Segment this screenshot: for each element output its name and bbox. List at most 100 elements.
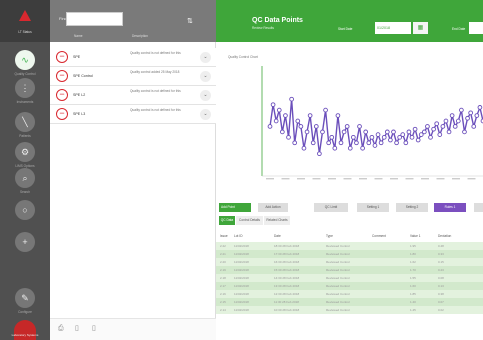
toolbar-button[interactable]: Rules 1 xyxy=(434,203,466,212)
data-point[interactable] xyxy=(477,105,483,110)
tools-nav-button[interactable]: ✎ xyxy=(15,288,35,308)
table-header-cell[interactable]: Type xyxy=(326,234,333,238)
data-point[interactable] xyxy=(437,132,443,137)
data-point[interactable] xyxy=(465,115,470,121)
table-header-cell[interactable]: Comment xyxy=(372,234,386,238)
data-point[interactable] xyxy=(310,140,316,146)
data-point[interactable] xyxy=(279,129,285,135)
list-item[interactable]: − SPE Quality control is not defined for t… xyxy=(50,48,216,67)
data-point[interactable] xyxy=(468,110,474,116)
remove-icon[interactable]: − xyxy=(56,51,68,63)
data-point[interactable] xyxy=(292,140,298,146)
remove-icon[interactable]: − xyxy=(56,108,68,120)
list-item[interactable]: − SPE Control Quality control added 25 May… xyxy=(50,67,216,86)
data-point[interactable] xyxy=(350,134,356,140)
table-header-cell[interactable]: Issue xyxy=(220,234,228,238)
data-point[interactable] xyxy=(357,124,362,129)
data-point[interactable] xyxy=(366,140,372,146)
data-point[interactable] xyxy=(372,143,378,148)
tab[interactable]: QC Data xyxy=(219,216,235,225)
data-point[interactable] xyxy=(338,140,344,146)
chevron-down-icon[interactable]: ⌄ xyxy=(200,109,211,120)
data-point[interactable] xyxy=(400,132,406,137)
data-point[interactable] xyxy=(403,140,409,146)
chevron-down-icon[interactable]: ⌄ xyxy=(200,52,211,63)
toolbar-button[interactable]: Add Point xyxy=(219,203,251,212)
data-point[interactable] xyxy=(286,134,291,140)
data-point[interactable] xyxy=(455,118,461,124)
data-point[interactable] xyxy=(301,145,307,151)
vial-nav-button[interactable]: ╲ xyxy=(15,112,35,132)
data-point[interactable] xyxy=(276,107,282,113)
table-header-cell[interactable]: Value 1 xyxy=(410,234,421,238)
table-header-cell[interactable]: Deviation xyxy=(438,234,451,238)
remove-icon[interactable]: − xyxy=(56,89,68,101)
chevron-down-icon[interactable]: ⌄ xyxy=(200,90,211,101)
data-point[interactable] xyxy=(428,134,433,140)
data-point[interactable] xyxy=(449,113,455,118)
chevron-down-icon[interactable]: ⌄ xyxy=(200,71,211,82)
data-point[interactable] xyxy=(273,118,279,124)
data-point[interactable] xyxy=(431,126,436,132)
data-point[interactable] xyxy=(320,129,325,135)
table-row[interactable]: 2.14 11/02/2018 10:30 28 Feb 2018 Reviewed … xyxy=(216,306,483,314)
data-point[interactable] xyxy=(406,129,412,135)
data-point[interactable] xyxy=(347,145,353,151)
app-logo[interactable]: LT Status xyxy=(0,0,50,42)
toolbar-button[interactable]: QC Limit xyxy=(314,203,348,212)
data-point[interactable] xyxy=(412,126,418,132)
magnifier-nav-button[interactable]: ⌕ xyxy=(15,168,35,188)
table-row[interactable]: 2.18 11/02/2018 14:30 28 Feb 2018 Reviewed … xyxy=(216,274,483,282)
data-point[interactable] xyxy=(440,124,446,129)
calendar-icon[interactable]: ▦ xyxy=(413,22,428,34)
toolbar-button[interactable] xyxy=(474,203,483,212)
data-point[interactable] xyxy=(329,134,335,140)
data-point[interactable] xyxy=(335,113,341,118)
data-point[interactable] xyxy=(326,140,332,146)
remove-icon[interactable]: − xyxy=(56,70,68,82)
toolbar-button[interactable]: Setting 1 xyxy=(357,203,389,212)
data-point[interactable] xyxy=(313,124,319,129)
data-point[interactable] xyxy=(317,151,322,157)
data-point[interactable] xyxy=(360,145,365,151)
data-point[interactable] xyxy=(409,134,415,140)
data-point[interactable] xyxy=(283,113,288,118)
data-point[interactable] xyxy=(434,121,440,127)
filter-icon[interactable]: ⇅ xyxy=(187,18,193,25)
start-date-input[interactable] xyxy=(375,22,411,34)
data-point[interactable] xyxy=(459,107,464,113)
col-header-description[interactable]: Description xyxy=(132,34,148,38)
waveform-nav-button[interactable]: ∿ xyxy=(15,50,35,70)
data-point[interactable] xyxy=(471,124,477,129)
circle-nav-button[interactable]: ○ xyxy=(15,200,35,220)
table-row[interactable]: 2.21 11/02/2018 17:30 28 Feb 2018 Reviewed … xyxy=(216,250,483,258)
trash-icon[interactable]: ▯ xyxy=(92,325,96,332)
table-row[interactable]: 2.15 11/02/2018 11:30 28 Feb 2018 Reviewed … xyxy=(216,298,483,306)
table-row[interactable]: 2.22 11/02/2018 18:30 28 Feb 2018 Reviewed … xyxy=(216,242,483,250)
data-point[interactable] xyxy=(332,145,338,151)
data-point[interactable] xyxy=(344,124,350,129)
table-row[interactable]: 2.19 11/02/2018 15:30 28 Feb 2018 Reviewed … xyxy=(216,266,483,274)
data-point[interactable] xyxy=(369,134,375,140)
tab[interactable]: Related Charts xyxy=(264,216,290,225)
data-point[interactable] xyxy=(307,113,313,118)
tab[interactable]: Control Details xyxy=(236,216,263,225)
plus-nav-button[interactable]: + xyxy=(15,232,35,252)
data-point[interactable] xyxy=(425,124,430,129)
data-point[interactable] xyxy=(452,124,458,129)
data-point[interactable] xyxy=(394,140,399,146)
data-point[interactable] xyxy=(363,129,369,135)
data-point[interactable] xyxy=(270,102,276,108)
table-row[interactable]: 2.17 11/02/2018 13:30 28 Feb 2018 Reviewed … xyxy=(216,282,483,290)
list-item[interactable]: − SPE L2 Quality control is not defined fo… xyxy=(50,86,216,105)
data-point[interactable] xyxy=(388,137,393,143)
table-header-cell[interactable]: Lot ID xyxy=(234,234,243,238)
data-point[interactable] xyxy=(289,96,294,102)
gear-nav-button[interactable]: ⚙ xyxy=(15,142,35,162)
document-icon[interactable]: ▯ xyxy=(75,325,79,332)
data-point[interactable] xyxy=(341,129,347,135)
data-point[interactable] xyxy=(378,140,384,146)
data-point[interactable] xyxy=(304,129,310,135)
data-point[interactable] xyxy=(462,129,467,135)
toolbar-button[interactable]: Setting 2 xyxy=(396,203,428,212)
